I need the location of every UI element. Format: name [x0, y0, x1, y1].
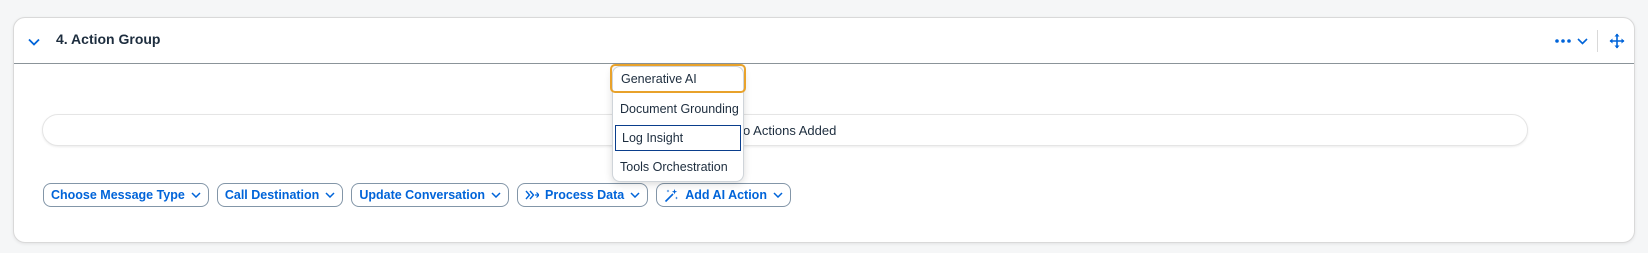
- menu-item-document-grounding[interactable]: Document Grounding: [614, 96, 742, 122]
- chevron-down-icon: [325, 192, 335, 198]
- menu-item-generative-ai[interactable]: Generative AI: [610, 64, 746, 93]
- panel-title: 4. Action Group: [56, 31, 161, 47]
- action-group-panel: 4. Action Group No Actions Added Choose …: [13, 17, 1635, 243]
- add-ai-action-button[interactable]: Add AI Action: [656, 183, 791, 207]
- menu-item-tools-orchestration[interactable]: Tools Orchestration: [614, 154, 742, 180]
- chevron-down-icon: [773, 192, 783, 198]
- panel-header: 4. Action Group: [14, 18, 1634, 64]
- header-divider: [1597, 30, 1598, 52]
- button-label: Add AI Action: [685, 188, 767, 202]
- more-options-button[interactable]: [1555, 29, 1588, 53]
- update-conversation-button[interactable]: Update Conversation: [351, 183, 510, 207]
- call-destination-button[interactable]: Call Destination: [216, 183, 344, 207]
- move-arrows-icon: [1609, 33, 1625, 49]
- chevron-down-icon: [191, 192, 201, 198]
- action-toolbar: Choose Message Type Call Destination Upd…: [43, 183, 791, 207]
- menu-item-log-insight[interactable]: Log Insight: [615, 125, 741, 151]
- button-label: Call Destination: [224, 188, 320, 202]
- chevron-down-icon: [630, 192, 640, 198]
- ai-action-dropdown-menu: Generative AI Document Grounding Log Ins…: [610, 64, 746, 182]
- process-icon: [525, 190, 540, 200]
- move-button[interactable]: [1606, 30, 1628, 52]
- chevron-down-icon: [1577, 37, 1588, 45]
- chevron-down-icon: [28, 38, 40, 46]
- button-label: Process Data: [545, 188, 625, 202]
- choose-message-type-button[interactable]: Choose Message Type: [43, 183, 209, 207]
- overflow-icon: [1555, 39, 1571, 43]
- chevron-down-icon: [491, 192, 501, 198]
- empty-state-text: No Actions Added: [733, 123, 837, 138]
- empty-actions-box: No Actions Added: [42, 114, 1528, 146]
- button-label: Update Conversation: [359, 188, 486, 202]
- ai-sparkle-icon: [665, 188, 679, 202]
- collapse-button[interactable]: [24, 32, 44, 52]
- button-label: Choose Message Type: [51, 188, 185, 202]
- process-data-button[interactable]: Process Data: [517, 183, 649, 207]
